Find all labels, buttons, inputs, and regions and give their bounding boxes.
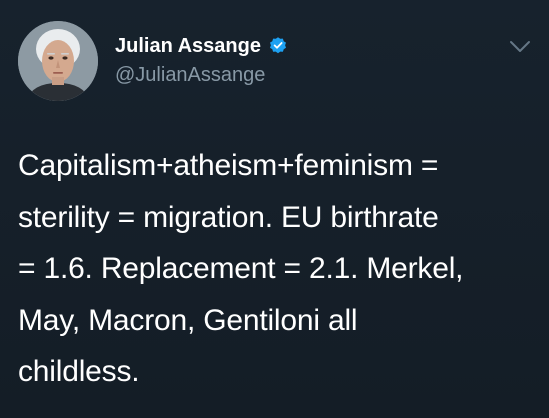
verified-badge-icon (268, 36, 288, 56)
tweet-card: Julian Assange @JulianAssange Capitalism… (0, 0, 549, 418)
tweet-text-line: sterility = migration. EU birthrate (18, 200, 439, 234)
profile-photo-icon (18, 21, 98, 101)
tweet-text-line: childless. (18, 355, 140, 388)
chevron-down-icon[interactable] (508, 38, 532, 56)
tweet-text: Capitalism+atheism+feminism = sterility … (18, 140, 543, 398)
author-name-row: Julian Assange (115, 33, 288, 59)
tweet-text-line: May, Macron, Gentiloni all (18, 303, 358, 337)
author-handle[interactable]: @JulianAssange (115, 63, 265, 87)
tweet-text-line: Capitalism+atheism+feminism = (18, 149, 439, 182)
tweet-text-line: = 1.6. Replacement = 2.1. Merkel, (18, 252, 464, 285)
author-display-name[interactable]: Julian Assange (115, 33, 261, 59)
avatar[interactable] (18, 21, 98, 101)
